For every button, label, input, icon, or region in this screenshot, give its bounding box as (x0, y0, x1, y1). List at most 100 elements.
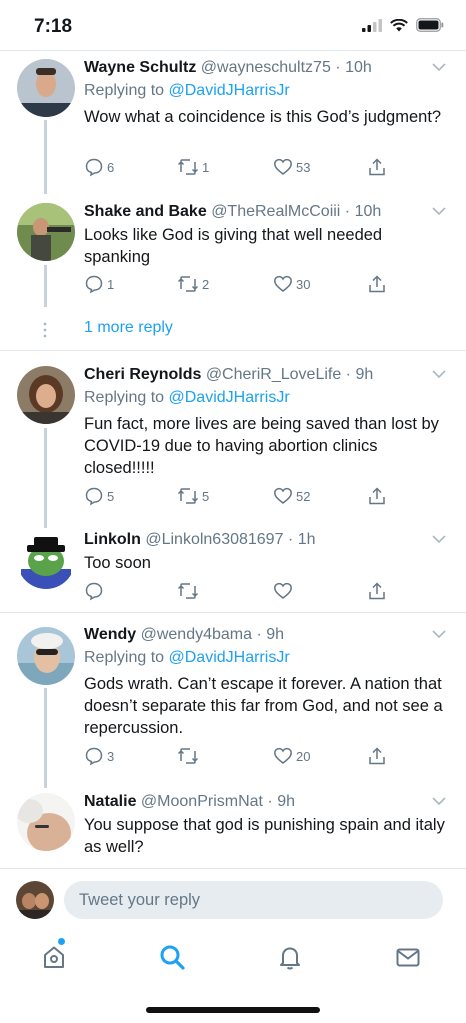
retweet-button[interactable] (177, 746, 202, 766)
home-indicator (146, 1007, 320, 1013)
reply-icon (85, 747, 103, 766)
reply-icon (85, 158, 103, 177)
chevron-down-icon[interactable] (432, 62, 446, 72)
reply-count: 5 (107, 488, 115, 504)
share-icon (369, 275, 385, 293)
thread-line (44, 688, 47, 788)
retweet-count: 5 (202, 488, 210, 504)
tweet-text: Looks like God is giving that well neede… (84, 226, 383, 266)
chevron-down-icon[interactable] (432, 369, 446, 379)
divider (0, 612, 466, 613)
reply-button[interactable]: 1 (84, 274, 114, 294)
tab-notifications[interactable] (276, 943, 304, 971)
more-replies-link[interactable]: 1 more reply (84, 319, 173, 337)
like-count: 53 (296, 159, 311, 175)
chevron-down-icon[interactable] (432, 534, 446, 544)
retweet-icon (177, 276, 199, 292)
notification-dot (58, 938, 65, 945)
share-button[interactable] (367, 486, 387, 506)
replying-to: Replying to @DavidJHarrisJr (84, 82, 290, 99)
reply-button[interactable]: 3 (84, 746, 114, 766)
avatar[interactable] (17, 59, 75, 117)
like-button[interactable] (273, 581, 296, 601)
author-handle[interactable]: @CheriR_LoveLife · 9h (206, 366, 373, 383)
share-button[interactable] (367, 581, 387, 601)
home-icon (44, 946, 64, 968)
heart-icon (274, 275, 292, 292)
reply-count: 3 (107, 748, 115, 764)
tab-home[interactable] (40, 938, 68, 971)
retweet-icon (177, 748, 199, 764)
tweet-text: You suppose that god is punishing spain … (84, 816, 445, 856)
share-button[interactable] (367, 746, 387, 766)
wifi-icon (390, 18, 408, 31)
reply-placeholder: Tweet your reply (79, 891, 201, 909)
bell-icon (280, 947, 300, 970)
heart-icon (274, 487, 292, 504)
tab-search[interactable] (158, 943, 186, 971)
avatar[interactable] (17, 531, 75, 589)
share-icon (369, 158, 385, 176)
like-button[interactable]: 52 (273, 486, 310, 506)
avatar[interactable] (17, 793, 75, 851)
author-name[interactable]: Natalie (84, 793, 136, 810)
mention-link[interactable]: @DavidJHarrisJr (169, 389, 290, 406)
my-avatar[interactable] (16, 881, 54, 919)
share-button[interactable] (367, 157, 387, 177)
reply-icon (85, 582, 103, 601)
divider (0, 868, 466, 869)
avatar[interactable] (17, 203, 75, 261)
author-handle[interactable]: @wayneschultz75 · 10h (201, 59, 372, 76)
author-name[interactable]: Wendy (84, 626, 136, 643)
tweet-text: Gods wrath. Can’t escape it forever. A n… (84, 675, 443, 737)
reply-button[interactable]: 5 (84, 486, 114, 506)
divider (0, 50, 466, 51)
share-icon (369, 582, 385, 600)
reply-button[interactable] (84, 581, 107, 601)
chevron-down-icon[interactable] (432, 796, 446, 806)
retweet-icon (177, 583, 199, 599)
like-count: 52 (296, 488, 311, 504)
retweet-button[interactable]: 2 (177, 274, 209, 294)
heart-icon (274, 747, 292, 764)
mention-link[interactable]: @DavidJHarrisJr (169, 82, 290, 99)
tab-messages[interactable] (394, 943, 422, 971)
author-name[interactable]: Cheri Reynolds (84, 366, 201, 383)
chevron-down-icon[interactable] (432, 206, 446, 216)
reply-button[interactable]: 6 (84, 157, 114, 177)
retweet-count: 1 (202, 159, 210, 175)
avatar[interactable] (17, 366, 75, 424)
battery-icon (416, 18, 444, 32)
avatar[interactable] (17, 627, 75, 685)
thread-dots-icon (43, 322, 47, 338)
author-name[interactable]: Shake and Bake (84, 203, 207, 220)
author-handle[interactable]: @MoonPrismNat · 9h (141, 793, 295, 810)
share-icon (369, 487, 385, 505)
tweet-text: Fun fact, more lives are being saved tha… (84, 415, 439, 477)
retweet-button[interactable] (177, 581, 202, 601)
thread-line (44, 428, 47, 528)
retweet-button[interactable]: 5 (177, 486, 209, 506)
heart-icon (274, 582, 292, 599)
author-name[interactable]: Linkoln (84, 531, 141, 548)
author-handle[interactable]: @wendy4bama · 9h (141, 626, 284, 643)
author-handle[interactable]: @Linkoln63081697 · 1h (145, 531, 315, 548)
replying-to: Replying to @DavidJHarrisJr (84, 389, 290, 406)
tweet-text: Too soon (84, 554, 151, 572)
heart-icon (274, 158, 292, 175)
thread-line (44, 265, 47, 307)
like-count: 20 (296, 748, 311, 764)
reply-input[interactable]: Tweet your reply (64, 881, 443, 919)
retweet-button[interactable]: 1 (177, 157, 209, 177)
search-icon (160, 945, 185, 970)
like-button[interactable]: 53 (273, 157, 310, 177)
author-name[interactable]: Wayne Schultz (84, 59, 196, 76)
like-button[interactable]: 20 (273, 746, 310, 766)
like-button[interactable]: 30 (273, 274, 310, 294)
chevron-down-icon[interactable] (432, 629, 446, 639)
retweet-count: 2 (202, 276, 210, 292)
author-handle[interactable]: @TheRealMcCoiii · 10h (211, 203, 381, 220)
mention-link[interactable]: @DavidJHarrisJr (169, 649, 290, 666)
share-button[interactable] (367, 274, 387, 294)
retweet-icon (177, 488, 199, 504)
